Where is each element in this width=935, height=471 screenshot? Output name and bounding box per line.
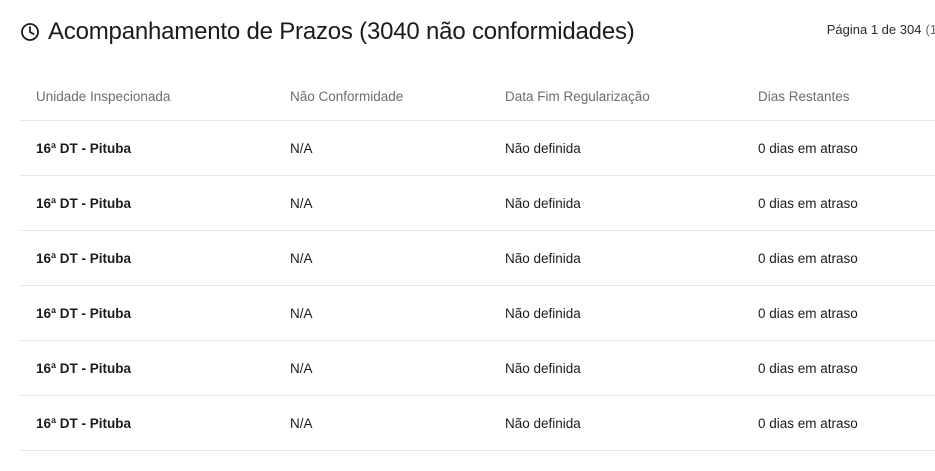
table-header: Unidade Inspecionada Não Conformidade Da…	[20, 73, 935, 121]
pagination-label: Página 1 de 304	[826, 22, 922, 37]
cell-dias-restantes: 0 dias em atraso	[758, 140, 858, 156]
cell-nao-conformidade: N/A	[290, 195, 313, 211]
cell-data-fim: Não definida	[505, 195, 581, 211]
table-row[interactable]: 16ª DT - Pituba N/A Não definida 0 dias …	[20, 231, 935, 286]
cell-unidade: 16ª DT - Pituba	[36, 360, 132, 376]
pagination-extra: (1	[925, 22, 935, 37]
cell-data-fim: Não definida	[505, 415, 581, 431]
cell-unidade: 16ª DT - Pituba	[36, 415, 132, 431]
pagination-info: Página 1 de 304 (1	[827, 22, 935, 37]
cell-unidade: 16ª DT - Pituba	[36, 140, 132, 156]
table-row[interactable]: 16ª DT - Pituba N/A Não definida 0 dias …	[20, 121, 935, 176]
cell-data-fim: Não definida	[505, 305, 581, 321]
column-header-data-fim[interactable]: Data Fim Regularização	[489, 89, 742, 104]
cell-unidade: 16ª DT - Pituba	[36, 195, 132, 211]
deadlines-table: Unidade Inspecionada Não Conformidade Da…	[20, 73, 935, 451]
cell-data-fim: Não definida	[505, 360, 581, 376]
cell-dias-restantes: 0 dias em atraso	[758, 195, 858, 211]
column-header-nao-conformidade[interactable]: Não Conformidade	[274, 89, 489, 104]
cell-nao-conformidade: N/A	[290, 360, 313, 376]
cell-nao-conformidade: N/A	[290, 250, 313, 266]
cell-dias-restantes: 0 dias em atraso	[758, 305, 858, 321]
page-title: Acompanhamento de Prazos (3040 não confo…	[48, 18, 635, 45]
table-row[interactable]: 16ª DT - Pituba N/A Não definida 0 dias …	[20, 396, 935, 451]
column-header-dias-restantes[interactable]: Dias Restantes	[742, 89, 935, 104]
cell-data-fim: Não definida	[505, 250, 581, 266]
table-row[interactable]: 16ª DT - Pituba N/A Não definida 0 dias …	[20, 341, 935, 396]
column-header-unidade[interactable]: Unidade Inspecionada	[20, 89, 274, 104]
cell-data-fim: Não definida	[505, 140, 581, 156]
cell-nao-conformidade: N/A	[290, 415, 313, 431]
cell-dias-restantes: 0 dias em atraso	[758, 360, 858, 376]
table-row[interactable]: 16ª DT - Pituba N/A Não definida 0 dias …	[20, 176, 935, 231]
title-group: Acompanhamento de Prazos (3040 não confo…	[20, 14, 635, 50]
cell-unidade: 16ª DT - Pituba	[36, 250, 132, 266]
page-header: Acompanhamento de Prazos (3040 não confo…	[20, 14, 935, 50]
cell-dias-restantes: 0 dias em atraso	[758, 250, 858, 266]
cell-unidade: 16ª DT - Pituba	[36, 305, 132, 321]
table-row[interactable]: 16ª DT - Pituba N/A Não definida 0 dias …	[20, 286, 935, 341]
cell-dias-restantes: 0 dias em atraso	[758, 415, 858, 431]
cell-nao-conformidade: N/A	[290, 305, 313, 321]
clock-icon	[21, 23, 39, 41]
cell-nao-conformidade: N/A	[290, 140, 313, 156]
